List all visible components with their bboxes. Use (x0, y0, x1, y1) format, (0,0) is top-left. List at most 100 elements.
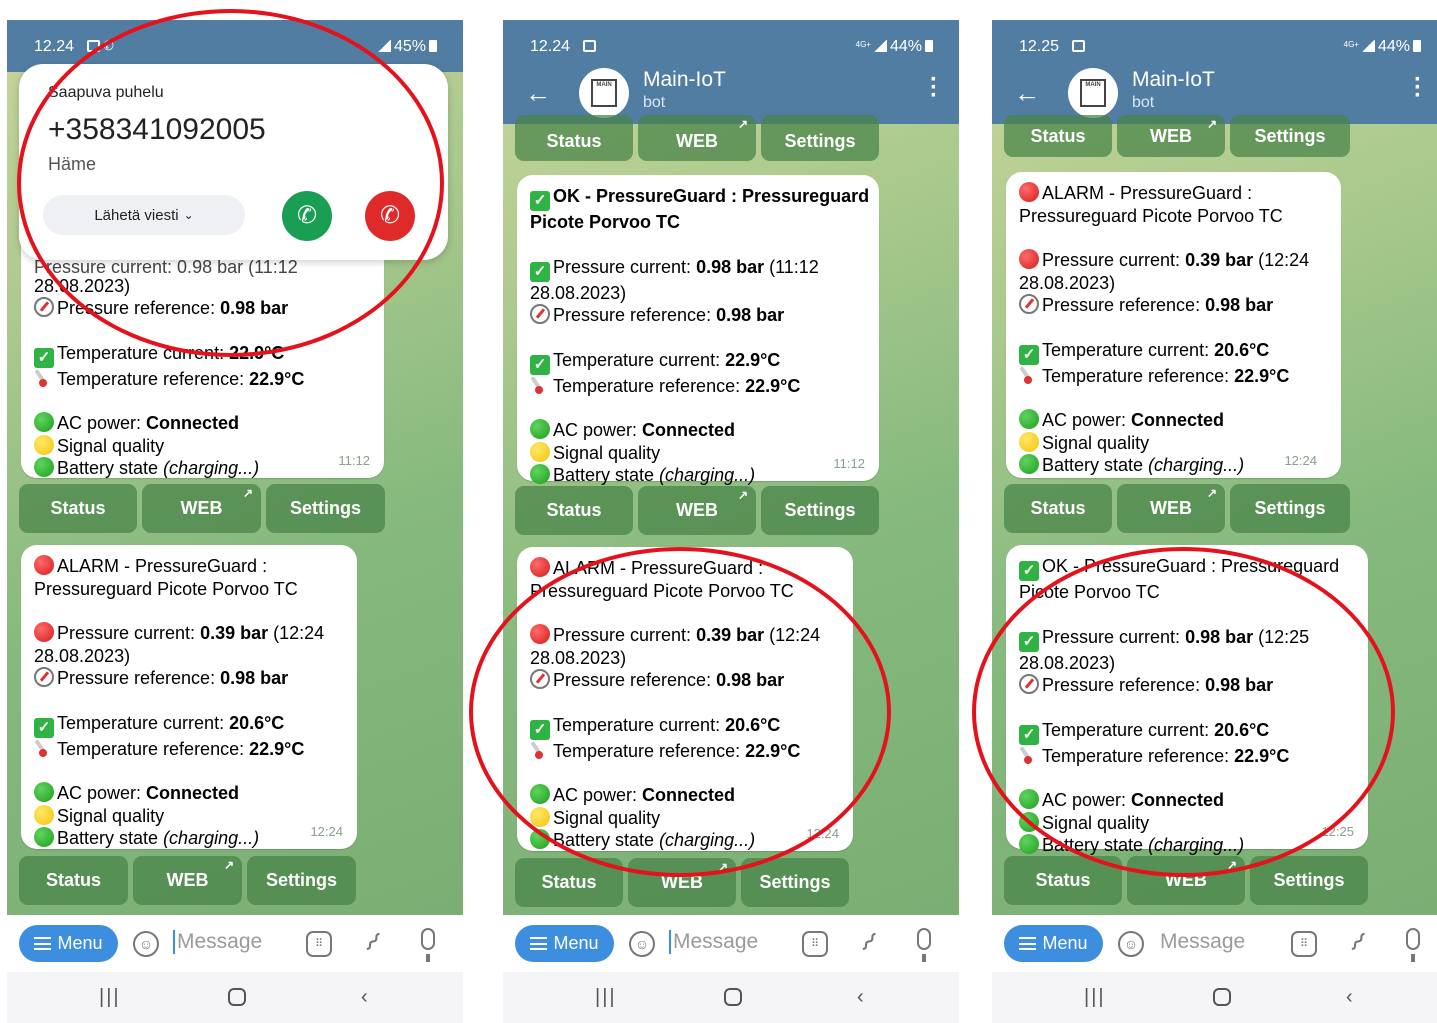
status-button[interactable]: Status (1004, 484, 1112, 533)
pressure-current: Pressure current: 0.39 bar (12:24 (34, 622, 344, 645)
external-link-icon: ↗ (1206, 117, 1217, 131)
network-type: 4G+ (855, 40, 871, 49)
pressure-reference: Pressure reference: 0.98 bar (1019, 294, 1328, 317)
status-time: 12.25 (1019, 38, 1060, 55)
home-icon[interactable] (228, 988, 246, 1006)
green-circle-icon (1019, 454, 1039, 474)
pressure-reference: Pressure reference: 0.98 bar (530, 304, 866, 327)
recent-apps-icon[interactable]: ||| (99, 986, 121, 1009)
recent-apps-icon[interactable]: ||| (1084, 986, 1106, 1009)
yellow-circle-icon (34, 804, 54, 825)
battery-icon (1413, 40, 1421, 52)
check-icon: ✓ (530, 261, 550, 282)
green-circle-icon (1019, 834, 1039, 854)
yellow-circle-icon (530, 441, 550, 462)
settings-button[interactable]: Settings (1230, 484, 1350, 533)
more-options-icon[interactable]: · · · (1413, 68, 1423, 108)
check-icon: ✓ (530, 191, 550, 211)
web-button[interactable]: WEB ↗ (1117, 115, 1225, 157)
recent-apps-icon[interactable]: ||| (595, 986, 617, 1009)
message-time: 12:24 (1284, 452, 1317, 468)
back-arrow-icon[interactable]: ← (1014, 78, 1040, 109)
chat-title[interactable]: Main-IoT (1132, 68, 1215, 92)
web-button[interactable]: WEB ↗ (133, 856, 242, 905)
check-icon: ✓ (34, 347, 54, 368)
bot-commands-icon[interactable]: ⠿ (802, 931, 828, 957)
web-button[interactable]: WEB ↗ (142, 484, 261, 533)
battery-state: Battery state (charging...) (34, 457, 371, 480)
emoji-icon[interactable]: ☺ (133, 931, 159, 957)
battery-percent: 44% (889, 38, 922, 55)
message-time: 11:12 (338, 452, 370, 468)
temperature-reference: Temperature reference: 22.9°C (34, 738, 344, 761)
back-nav-icon[interactable]: ‹ (857, 986, 864, 1009)
status-button[interactable]: Status (515, 486, 633, 535)
highlight-ring-alarm (469, 547, 891, 877)
back-nav-icon[interactable]: ‹ (1346, 986, 1353, 1009)
status-button[interactable]: Status (19, 484, 137, 533)
check-icon: ✓ (530, 354, 550, 375)
compass-icon (34, 297, 54, 317)
menu-button[interactable]: Menu (515, 925, 614, 962)
green-circle-icon (530, 419, 550, 439)
status-time: 12.24 (530, 38, 571, 55)
settings-button[interactable]: Settings (761, 486, 879, 535)
signal-icon (872, 40, 887, 52)
back-arrow-icon[interactable]: ← (525, 78, 551, 109)
status-button[interactable]: Status (1004, 115, 1112, 157)
more-options-icon[interactable]: · · · (929, 68, 939, 108)
bot-avatar[interactable]: MAIN (1068, 68, 1118, 118)
attach-icon[interactable]: ⌇ (358, 927, 387, 959)
microphone-icon[interactable] (421, 928, 435, 962)
bot-commands-icon[interactable]: ⠿ (306, 931, 332, 957)
emoji-icon[interactable]: ☺ (1118, 931, 1144, 957)
network-type: 4G+ (1343, 40, 1359, 49)
message-time: 12:24 (310, 823, 343, 839)
attach-icon[interactable]: ⌇ (1343, 927, 1372, 959)
settings-button[interactable]: Settings (247, 856, 356, 905)
microphone-icon[interactable] (917, 928, 931, 962)
thermometer-icon (530, 375, 544, 395)
emoji-icon[interactable]: ☺ (629, 931, 655, 957)
message-input[interactable]: Message (1158, 930, 1245, 954)
chat-title[interactable]: Main-IoT (643, 68, 726, 92)
web-button[interactable]: WEB ↗ (638, 115, 756, 161)
settings-button[interactable]: Settings (761, 115, 879, 161)
highlight-ring-call (17, 9, 444, 357)
input-bar: Menu ☺ Message ⠿ ⌇ (7, 915, 463, 972)
back-nav-icon[interactable]: ‹ (361, 986, 368, 1009)
alarm-title-2: Pressureguard Picote Porvoo TC (34, 578, 298, 599)
signal-icon (376, 40, 391, 52)
message-input[interactable]: Message (669, 930, 758, 954)
status-button[interactable]: Status (515, 115, 633, 161)
web-button[interactable]: WEB ↗ (1117, 484, 1225, 533)
ac-power: AC power: Connected (1019, 409, 1328, 432)
status-bar: 12.25 4G+ 44% (992, 20, 1437, 72)
settings-button[interactable]: Settings (266, 484, 385, 533)
green-circle-icon (34, 827, 54, 847)
red-circle-icon (1019, 182, 1039, 202)
menu-button[interactable]: Menu (19, 925, 118, 962)
temperature-reference: Temperature reference: 22.9°C (530, 375, 866, 398)
compass-icon (530, 304, 550, 324)
pressure-current: ✓ Pressure current: 0.98 bar (11:12 (530, 256, 866, 282)
pressure-reference: Pressure reference: 0.98 bar (34, 667, 344, 690)
external-link-icon: ↗ (737, 488, 748, 502)
bot-commands-icon[interactable]: ⠿ (1291, 931, 1317, 957)
alarm-title-1: ALARM - PressureGuard : (1019, 182, 1328, 205)
battery-percent: 44% (1377, 38, 1410, 55)
message-input[interactable]: Message (173, 930, 262, 954)
microphone-icon[interactable] (1406, 928, 1420, 962)
bot-avatar[interactable]: MAIN (579, 68, 629, 118)
red-circle-icon (34, 555, 54, 575)
status-bar: 12.24 4G+ 44% (503, 20, 959, 72)
message-bubble-ok: ✓ OK - PressureGuard : Pressureguard Pico… (517, 175, 879, 485)
home-icon[interactable] (1213, 988, 1231, 1006)
home-icon[interactable] (724, 988, 742, 1006)
menu-button[interactable]: Menu (1004, 925, 1103, 962)
settings-button[interactable]: Settings (1230, 115, 1350, 157)
attach-icon[interactable]: ⌇ (854, 927, 883, 959)
web-button[interactable]: WEB ↗ (638, 486, 756, 535)
signal-icon (1360, 40, 1375, 52)
status-button[interactable]: Status (19, 856, 128, 905)
